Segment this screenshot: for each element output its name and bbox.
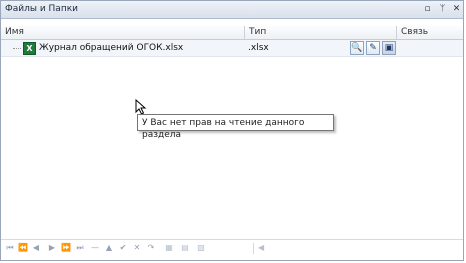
- remove-file-icon[interactable]: ▧: [196, 243, 206, 252]
- next-record-icon[interactable]: ▶: [47, 243, 57, 252]
- edit-button[interactable]: ✎: [366, 41, 380, 55]
- table-header: Имя Тип Связь: [1, 26, 463, 40]
- cancel-record-icon[interactable]: ✕: [132, 243, 142, 252]
- close-icon[interactable]: ✕: [450, 3, 463, 16]
- last-page-icon[interactable]: ⏭: [75, 243, 85, 253]
- next-page-icon[interactable]: ⏩: [61, 243, 71, 252]
- scroll-left-icon[interactable]: ◀: [258, 243, 264, 252]
- file-type-cell: .xlsx: [248, 43, 269, 53]
- prev-page-icon[interactable]: ⏪: [18, 243, 28, 252]
- add-file-icon[interactable]: ▦: [164, 243, 174, 252]
- excel-file-icon: X: [23, 42, 36, 55]
- pin-icon[interactable]: ᛘ: [436, 3, 449, 16]
- post-record-icon[interactable]: ✔: [118, 243, 128, 252]
- permission-tooltip: У Вас нет прав на чтение данного раздела: [137, 114, 334, 140]
- restore-icon[interactable]: ▫: [421, 3, 434, 16]
- record-navigator: ⏮ ⏪ ◀ ▶ ⏩ ⏭ — ▲ ✔ ✕ ↷ ▦ ▤ ▧ ◀: [1, 239, 463, 257]
- panel-title: Файлы и Папки: [5, 4, 78, 14]
- column-header-type[interactable]: Тип: [245, 26, 397, 40]
- add-folder-icon[interactable]: ▤: [180, 243, 190, 252]
- save-button[interactable]: ▣: [382, 41, 396, 55]
- column-header-link[interactable]: Связь: [397, 26, 463, 40]
- prev-record-icon[interactable]: ◀: [31, 243, 41, 252]
- refresh-icon[interactable]: ↷: [146, 243, 156, 252]
- delete-record-icon[interactable]: —: [90, 243, 100, 252]
- preview-button[interactable]: 🔍: [350, 41, 364, 55]
- files-and-folders-panel: Файлы и Папки ▫ ᛘ ✕ Имя Тип Связь X Журн…: [0, 0, 464, 261]
- mouse-cursor-icon: [135, 99, 147, 115]
- table-row[interactable]: X Журнал обращений ОГОК.xlsx .xlsx 🔍 ✎ ▣: [1, 40, 463, 57]
- first-page-icon[interactable]: ⏮: [5, 243, 15, 253]
- panel-titlebar: Файлы и Папки ▫ ᛘ ✕: [1, 1, 463, 19]
- edit-record-icon[interactable]: ▲: [104, 243, 114, 252]
- file-name-cell[interactable]: Журнал обращений ОГОК.xlsx: [39, 42, 183, 55]
- horizontal-scrollbar[interactable]: ◀: [253, 243, 462, 254]
- column-header-name[interactable]: Имя: [1, 26, 245, 40]
- tree-line: [13, 48, 21, 49]
